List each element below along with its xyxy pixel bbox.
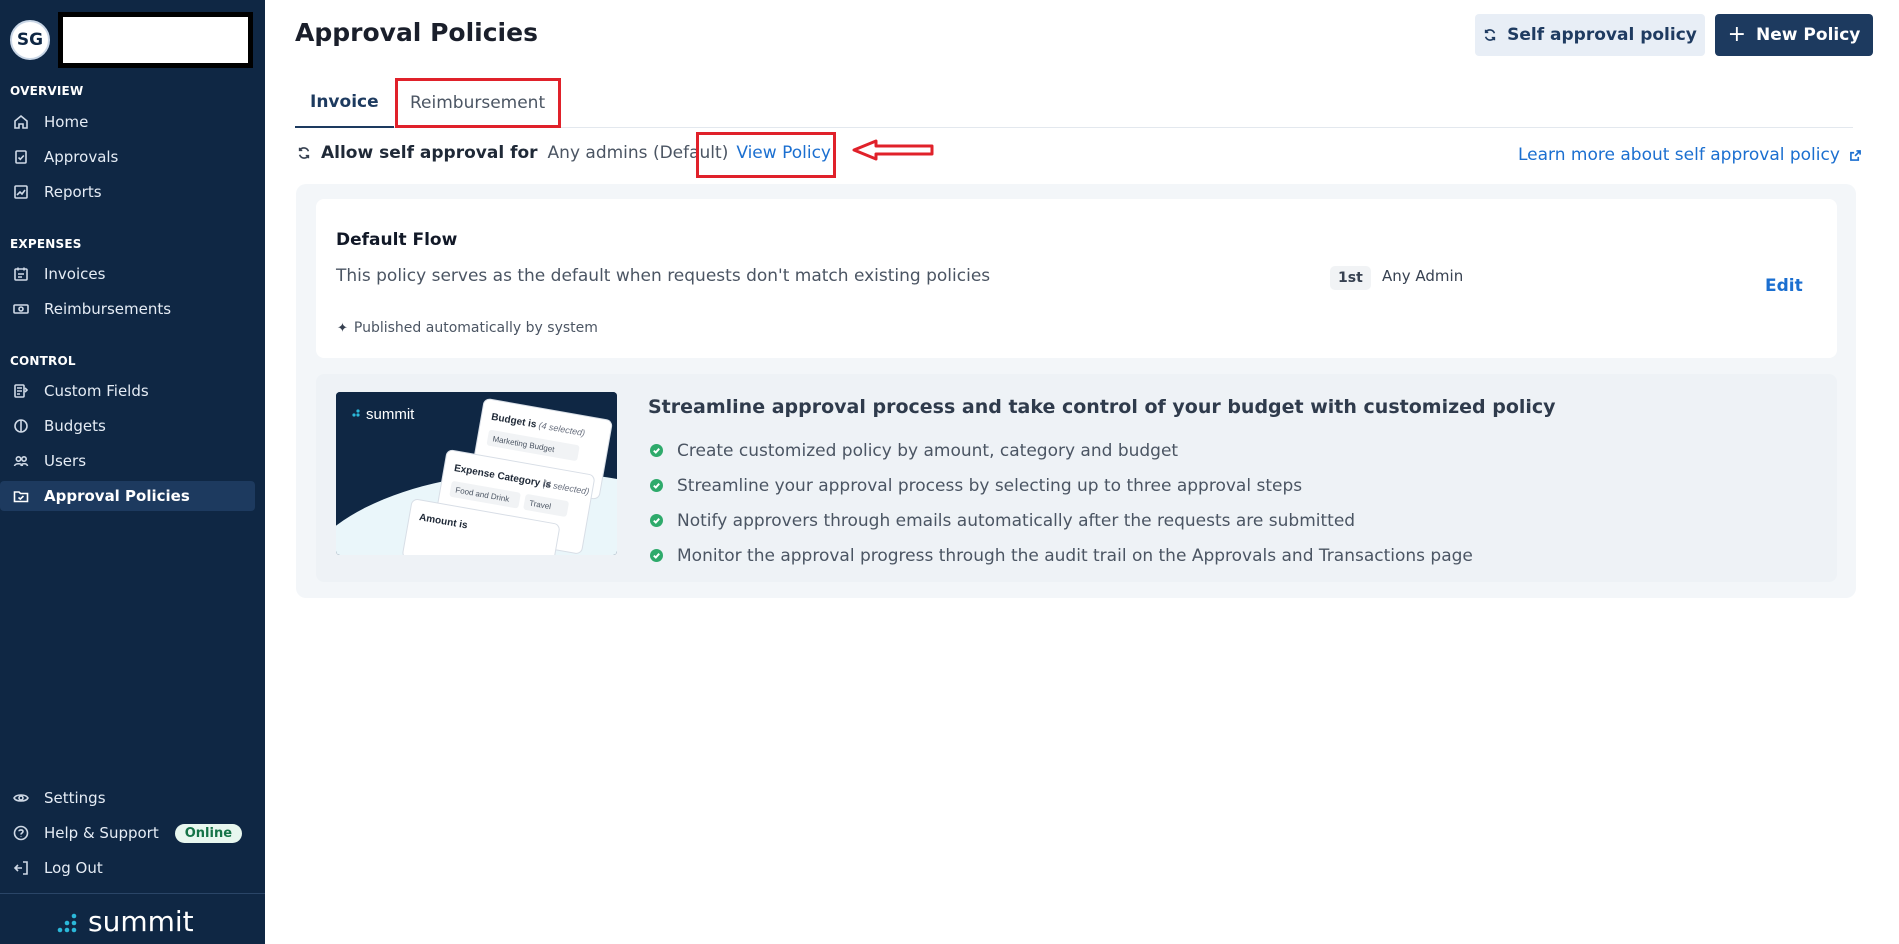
logout-icon (12, 859, 30, 877)
tab-invoice[interactable]: Invoice (295, 78, 394, 128)
step-badge: 1st (1330, 266, 1371, 290)
self-approval-policy-button[interactable]: Self approval policy (1475, 14, 1705, 56)
home-icon (12, 113, 30, 131)
avatar[interactable]: SG (10, 20, 50, 60)
sidebar-header: SG (10, 12, 253, 68)
sidebar-item-label: Approvals (44, 148, 119, 166)
summit-logo: summit (56, 905, 194, 938)
step-approver: Any Admin (1382, 267, 1464, 285)
sidebar-item-label: Log Out (44, 859, 103, 877)
annotation-arrow-icon (852, 139, 934, 161)
new-policy-label: New Policy (1756, 25, 1861, 45)
sidebar-item-budgets[interactable]: Budgets (0, 411, 255, 441)
pie-icon (12, 417, 30, 435)
users-icon (12, 452, 30, 470)
promo-illustration-graphic: summit Budget is (4 selected) Marketing … (336, 392, 617, 555)
refresh-icon (1484, 29, 1496, 41)
sidebar-item-invoices[interactable]: Invoices (0, 259, 255, 289)
sidebar-item-reimbursements[interactable]: Reimbursements (0, 294, 255, 324)
sidebar-item-users[interactable]: Users (0, 446, 255, 476)
help-icon (12, 824, 30, 842)
summit-logo-icon (57, 913, 77, 932)
annotation-highlight-view-policy (696, 132, 836, 178)
check-circle-icon (650, 444, 663, 457)
sidebar-item-label: Help & Support (44, 824, 159, 842)
learn-more-link[interactable]: Learn more about self approval policy (1518, 145, 1861, 165)
promo-title: Streamline approval process and take con… (648, 396, 1556, 418)
sparkle-icon: ✦ (337, 320, 348, 336)
sidebar-item-label: Custom Fields (44, 382, 149, 400)
section-control: CONTROL (10, 354, 76, 368)
eye-settings-icon (12, 789, 30, 807)
sidebar-item-label: Users (44, 452, 87, 470)
company-name-redacted[interactable] (58, 12, 253, 68)
promo-illustration: summit Budget is (4 selected) Marketing … (336, 392, 617, 555)
summit-logo-text: summit (88, 905, 194, 938)
sidebar-item-reports[interactable]: Reports (0, 177, 255, 207)
sidebar: SG OVERVIEW Home Approvals Reports EXPEN… (0, 0, 265, 944)
list-item: Monitor the approval progress through th… (650, 538, 1473, 573)
folder-check-icon (12, 487, 30, 505)
cash-icon (12, 300, 30, 318)
check-circle-icon (650, 514, 663, 527)
sidebar-item-label: Home (44, 113, 89, 131)
check-circle-icon (650, 479, 663, 492)
sidebar-item-home[interactable]: Home (0, 107, 255, 137)
plus-icon: + (1727, 22, 1747, 47)
fields-icon (12, 382, 30, 400)
check-circle-icon (650, 549, 663, 562)
self-approval-label: Allow self approval for (321, 143, 538, 163)
self-approval-policy-label: Self approval policy (1507, 25, 1697, 45)
external-link-icon (1849, 149, 1861, 161)
promo-point-text: Create customized policy by amount, cate… (677, 440, 1179, 461)
default-flow-title: Default Flow (336, 230, 458, 250)
list-item: Notify approvers through emails automati… (650, 503, 1473, 538)
published-label: Published automatically by system (353, 320, 598, 336)
sidebar-item-help[interactable]: Help & Support Online (0, 818, 255, 848)
sidebar-item-label: Reimbursements (44, 300, 172, 318)
section-overview: OVERVIEW (10, 84, 84, 98)
list-item: Create customized policy by amount, cate… (650, 433, 1473, 468)
sidebar-item-custom-fields[interactable]: Custom Fields (0, 376, 255, 406)
sidebar-item-settings[interactable]: Settings (0, 783, 255, 813)
promo-logo-text: summit (366, 406, 415, 423)
sidebar-item-label: Reports (44, 183, 102, 201)
promo-point-text: Streamline your approval process by sele… (677, 475, 1303, 496)
default-flow-description: This policy serves as the default when r… (336, 266, 991, 286)
sidebar-item-label: Invoices (44, 265, 106, 283)
sidebar-item-label: Budgets (44, 417, 106, 435)
annotation-highlight-reimbursement (395, 78, 561, 128)
refresh-icon (298, 147, 310, 159)
online-status-badge: Online (174, 823, 243, 843)
published-note: ✦ Published automatically by system (337, 320, 598, 336)
sidebar-item-logout[interactable]: Log Out (0, 853, 255, 883)
invoice-icon (12, 265, 30, 283)
learn-more-label: Learn more about self approval policy (1518, 145, 1840, 165)
sidebar-item-label: Approval Policies (44, 487, 190, 505)
chart-icon (12, 183, 30, 201)
promo-feature-list: Create customized policy by amount, cate… (650, 433, 1473, 573)
sidebar-item-label: Settings (44, 789, 106, 807)
page-title: Approval Policies (295, 18, 538, 47)
edit-button[interactable]: Edit (1765, 276, 1803, 296)
promo-point-text: Monitor the approval progress through th… (677, 545, 1473, 566)
list-item: Streamline your approval process by sele… (650, 468, 1473, 503)
clipboard-check-icon (12, 148, 30, 166)
sidebar-item-approvals[interactable]: Approvals (0, 142, 255, 172)
promo-point-text: Notify approvers through emails automati… (677, 510, 1356, 531)
sidebar-item-approval-policies[interactable]: Approval Policies (0, 481, 255, 511)
section-expenses: EXPENSES (10, 237, 82, 251)
new-policy-button[interactable]: + New Policy (1715, 14, 1873, 56)
sidebar-divider (0, 893, 265, 894)
